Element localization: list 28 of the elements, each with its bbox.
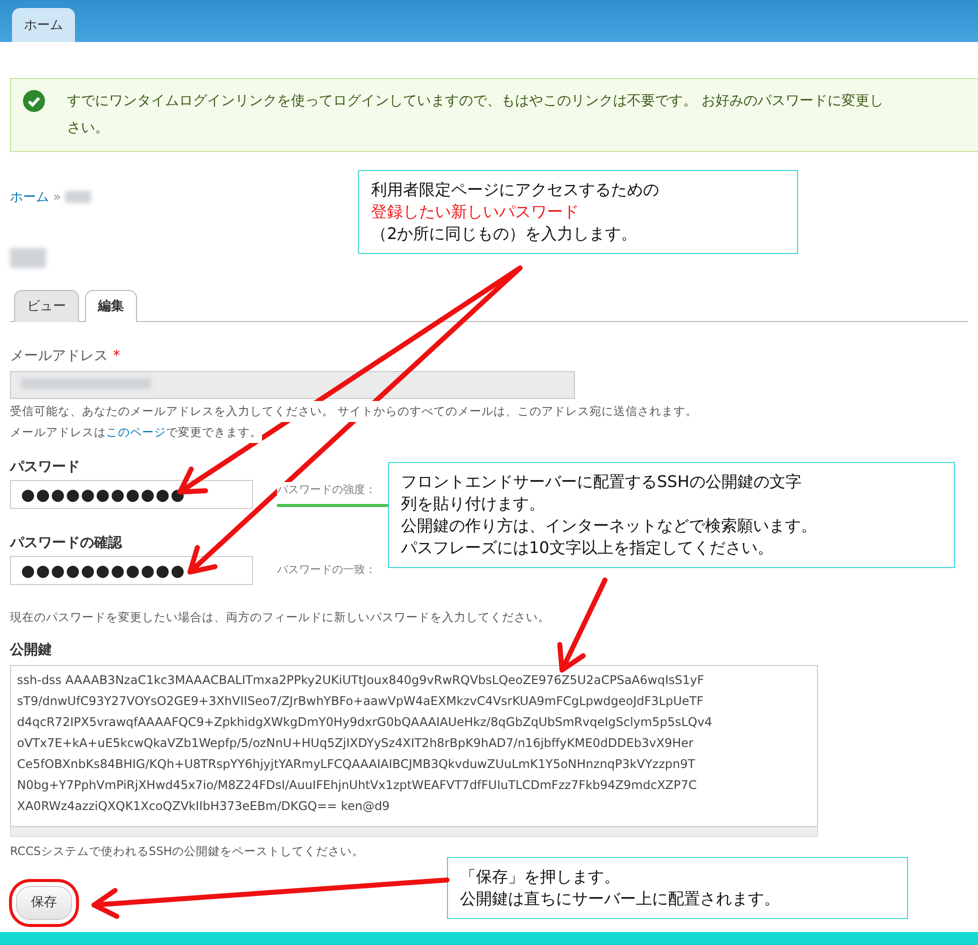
breadcrumb-separator: » xyxy=(52,190,62,205)
page-tab[interactable]: ビュー xyxy=(14,290,79,322)
field-label: 公開鍵 xyxy=(10,641,52,660)
annotation-text: フロントエンドサーバーに配置するSSHの公開鍵の文字 xyxy=(401,471,802,493)
annotation-text: 公開鍵は直ちにサーバー上に配置されます。 xyxy=(460,888,781,910)
annotation-text: パスフレーズには10文字以上を指定してください。 xyxy=(401,537,774,559)
field-label: パスワード xyxy=(10,458,80,477)
field-label: パスワードの確認 xyxy=(10,534,122,553)
check-icon xyxy=(23,90,45,112)
resize-grip[interactable] xyxy=(10,827,818,837)
annotation-text: 列を貼り付けます。 xyxy=(401,493,546,515)
annotation-text: 「保存」を押します。 xyxy=(460,866,621,888)
required-mark: * xyxy=(113,348,120,364)
annotation-text: （2か所に同じもの）を入力します。 xyxy=(371,223,638,245)
field-label: メールアドレス xyxy=(10,348,108,364)
key-textarea[interactable]: ssh-dss AAAAB3NzaC1kc3MAAACBALITmxa2PPky2UKiUTtJoux840g9vRwRQVbsLQeoZE976Z5U2aCPSaA6wqIsS1yF sT9/dnwUfC93Y27VOYsO2GE9+3XhVIISeo7/ZJrBwhYBFo+aawVpW4aEXMkzvC4VsrKUA9mFCgLpwdgeoJdF3LpUeTF d4qcR72IPX5vrawqfAAAAFQC9+ZpkhidgXWkgDmY0Hy9dxrG0bQAAAIAUeHkz/8qGbZqUbSmRvqeIgSclym5p5sLQv4 oVTx7E+kA+uE5kcwQkaVZb1Wepfp/5/ozNnU+HUq5ZjIXDYySz4XIT2h8rBpK9hAD7/n16jbffyKME0dDDEb3vX9Her Ce5fOBXnbKs84BHIG/KQh+U8TRspYY6hjyjtYARmyLFCQAAAIAIBCJMB3QkvduwZUuLmK1Y5oNHnznqP3kVYzzpn9T N0bg+Y7PphVmPiRjXHwd45x7io/M8Z24FDsI/AuuIFEhjnUhtVx1zptWEAFVT7dfFUIuTLCDmFzz7Fkb94Z9mdcXZP7C XA0RWz4azziQXQK1XcoQZVkIIbH373eEBm/DKGQ== ken@d9 xyxy=(10,665,818,827)
page-tab[interactable]: 編集 xyxy=(85,290,137,322)
message-text: さい。 xyxy=(67,119,110,138)
annotation-text: 登録したい新しいパスワード xyxy=(371,201,580,223)
nav-tab[interactable]: ホーム xyxy=(12,8,75,42)
redacted-title xyxy=(10,248,46,268)
password-field[interactable]: ●●●●●●●●●●● xyxy=(10,556,253,585)
annotation-text: 公開鍵の作り方は、インターネットなどで検索願います。 xyxy=(401,515,818,537)
password-field[interactable]: ●●●●●●●●●●● xyxy=(10,480,253,509)
message-text: すでにワンタイムログインリンクを使ってログインしていますので、もはやこのリンクは不要です。 お好みのパスワードに変更し xyxy=(67,92,884,111)
breadcrumb-link[interactable]: ホーム xyxy=(10,190,49,205)
redacted-text xyxy=(65,191,92,204)
annotation-text: 利用者限定ページにアクセスするための xyxy=(371,179,660,201)
